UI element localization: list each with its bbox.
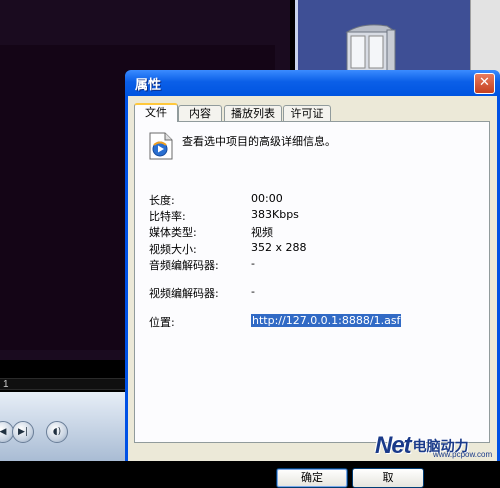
length-label: 长度: [149, 194, 175, 207]
bitrate-label: 比特率: [149, 210, 186, 223]
next-icon: ▶| [18, 427, 28, 437]
intro-text: 查看选中项目的高级详细信息。 [182, 135, 336, 148]
tab-content-label: 内容 [189, 107, 211, 120]
tab-file[interactable]: 文件 [134, 103, 178, 122]
close-icon: ✕ [479, 75, 490, 90]
bitrate-value: 383Kbps [251, 208, 299, 221]
seek-bar-text: 1 [3, 379, 9, 390]
tab-playlist-label: 播放列表 [231, 107, 275, 120]
volume-button[interactable]: ◖) [46, 421, 68, 443]
tab-file-label: 文件 [145, 106, 167, 119]
background-window-edge [470, 0, 500, 75]
media-file-icon [149, 132, 173, 160]
previous-icon: ◀ [0, 427, 7, 437]
tab-panel-file: 查看选中项目的高级详细信息。 长度: 00:00 比特率: 383Kbps 媒体… [134, 121, 490, 443]
cancel-button-label: 取 [382, 471, 394, 484]
dialog-title: 属性 [135, 78, 162, 93]
watermark: Net 电脑动力 www.pcpow.com [375, 430, 500, 461]
dialog-titlebar[interactable]: 属性 ✕ [125, 70, 500, 96]
dialog-client-area: 文件 内容 播放列表 许可证 查看选中项目的高级详细信息。 长度: 00:00 … [128, 96, 497, 488]
location-value[interactable]: http://127.0.0.1:8888/1.asf [251, 314, 402, 327]
video-codec-value: - [251, 285, 255, 298]
next-button[interactable]: ▶| [12, 421, 34, 443]
ok-button[interactable]: 确定 [276, 468, 348, 488]
tab-playlist[interactable]: 播放列表 [224, 105, 282, 121]
tab-license[interactable]: 许可证 [283, 105, 331, 121]
speaker-icon: ◖) [52, 427, 62, 437]
audio-codec-label: 音频编解码器: [149, 259, 219, 272]
close-button[interactable]: ✕ [474, 73, 495, 94]
watermark-brand: Net [375, 431, 412, 459]
audio-codec-value: - [251, 257, 255, 270]
media-type-value: 视频 [251, 226, 273, 239]
length-value: 00:00 [251, 192, 283, 205]
video-size-label: 视频大小: [149, 243, 197, 256]
seek-bar[interactable]: 1 [0, 378, 130, 390]
tab-content[interactable]: 内容 [178, 105, 222, 121]
watermark-url: www.pcpow.com [433, 450, 493, 459]
media-type-label: 媒体类型: [149, 226, 197, 239]
ok-button-label: 确定 [301, 471, 323, 484]
video-codec-label: 视频编解码器: [149, 287, 219, 300]
tab-license-label: 许可证 [290, 107, 324, 120]
video-size-value: 352 x 288 [251, 241, 307, 254]
properties-dialog: 属性 ✕ 文件 内容 播放列表 许可证 查看选中项目的高级详细信息。 长度: 0… [125, 70, 500, 488]
cancel-button[interactable]: 取 [352, 468, 424, 488]
film-strip-icon [345, 24, 396, 73]
player-controls: ◀ ▶| ◖) [0, 392, 130, 461]
location-label: 位置: [149, 316, 175, 329]
